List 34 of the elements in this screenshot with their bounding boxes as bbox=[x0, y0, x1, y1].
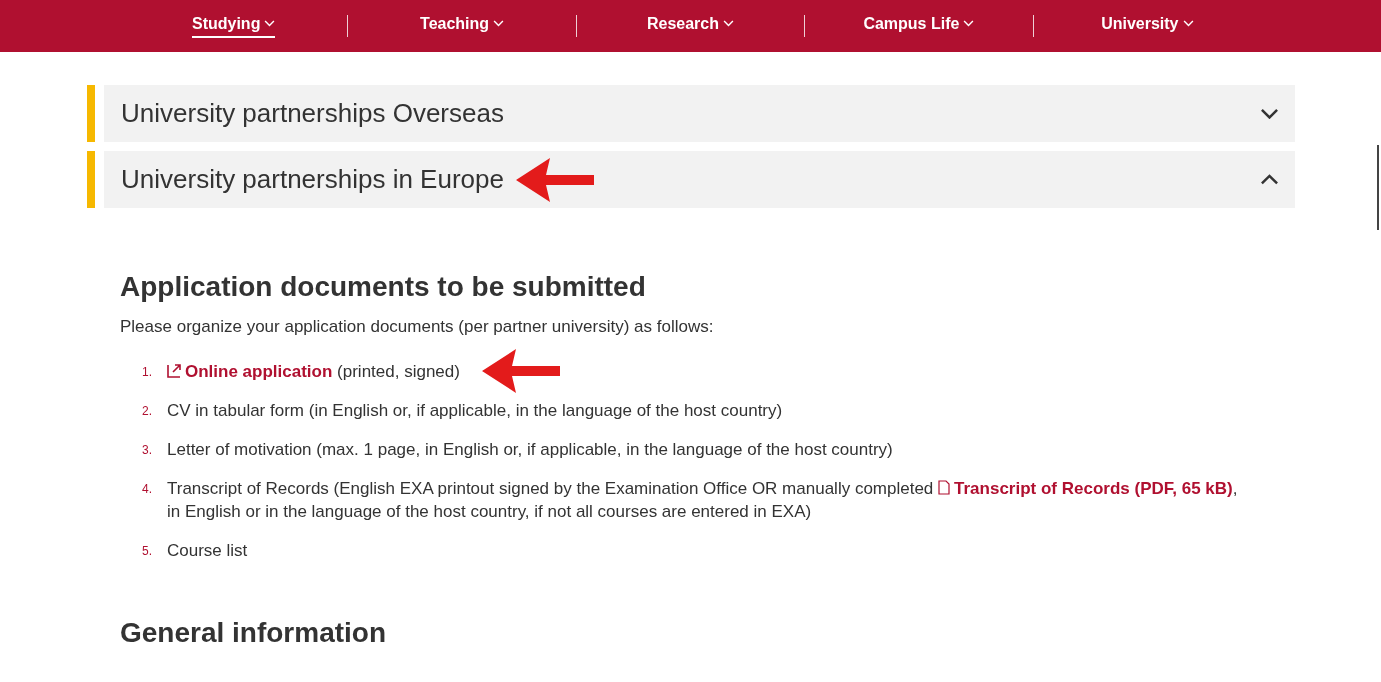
list-item-text: CV in tabular form (in English or, if applicable, in the language of the host country) bbox=[167, 400, 783, 422]
external-link-icon bbox=[167, 363, 182, 378]
chevron-down-icon bbox=[723, 20, 734, 27]
pdf-download-link[interactable]: Transcript of Records (PDF, 65 kB) bbox=[938, 479, 1233, 498]
online-application-link[interactable]: Online application bbox=[167, 362, 333, 381]
accordion-header[interactable]: University partnerships Overseas bbox=[104, 85, 1295, 142]
section-heading: Application documents to be submitted bbox=[120, 271, 647, 303]
accent-stripe bbox=[87, 151, 95, 208]
section-heading: General information bbox=[120, 617, 388, 649]
chevron-down-icon bbox=[264, 20, 276, 27]
list-item-text: Letter of motivation (max. 1 page, in English or, if applicable, in the language of the host country) bbox=[167, 439, 893, 461]
nav-menu-item[interactable]: Research bbox=[646, 14, 734, 38]
chevron-down-icon bbox=[493, 20, 505, 27]
chevron-down-icon bbox=[963, 20, 975, 27]
nav-menu-item[interactable]: University bbox=[1101, 14, 1194, 38]
list-number: 5. bbox=[142, 543, 153, 558]
file-icon bbox=[938, 480, 951, 495]
accordion-header[interactable]: University partnerships in Europe bbox=[104, 151, 1295, 208]
accent-stripe bbox=[87, 85, 95, 142]
list-item-text: Online application (printed, signed) bbox=[167, 360, 460, 383]
nav-menu-item[interactable]: Campus Life bbox=[863, 14, 975, 38]
nav-menu-item[interactable]: Teaching bbox=[420, 14, 505, 38]
scrollbar[interactable] bbox=[1377, 145, 1379, 230]
list-item-text: Transcript of Records (English EXA printout signed by the Examination Office OR manually completed Transcript of Records (PDF, 65 kB), in English or in the language of the host country, if not all courses are entered in EXA) bbox=[167, 478, 1239, 523]
chevron-down-icon bbox=[1182, 20, 1194, 27]
list-number: 3. bbox=[142, 442, 153, 457]
nav-menu-item[interactable]: Studying bbox=[191, 14, 276, 38]
list-number: 4. bbox=[142, 481, 153, 496]
list-item-text: Course list bbox=[167, 540, 248, 562]
intro-text: Please organize your application documents (per partner university) as follows: bbox=[120, 317, 715, 337]
chevron-down-icon bbox=[1260, 107, 1279, 120]
list-number: 1. bbox=[142, 364, 153, 379]
list-number: 2. bbox=[142, 403, 153, 418]
chevron-up-icon bbox=[1260, 173, 1279, 186]
